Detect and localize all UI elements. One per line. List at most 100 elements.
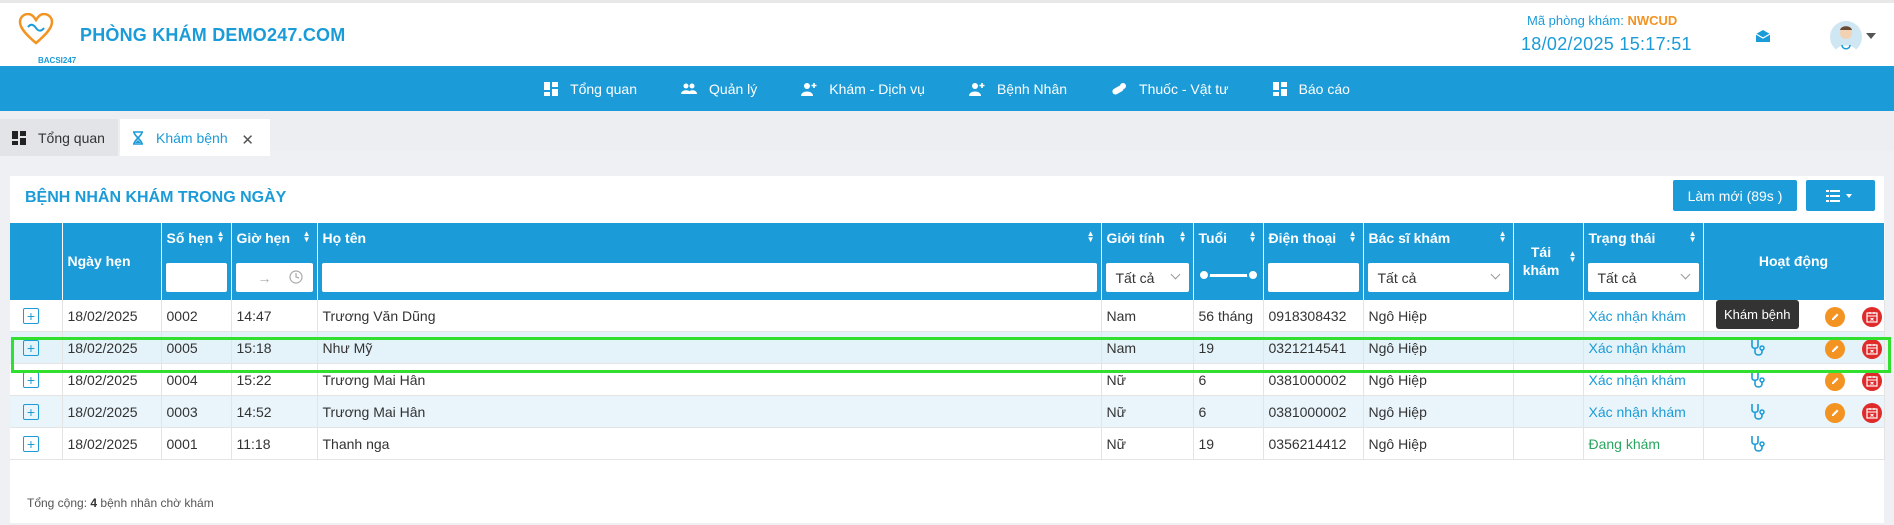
expand-cell: + bbox=[10, 331, 63, 364]
nav-dashboard[interactable]: Tổng quan bbox=[544, 81, 637, 97]
arrow-right-icon: → bbox=[257, 269, 272, 286]
sort-icon[interactable]: ▲ ▼ bbox=[1249, 230, 1257, 244]
time-range-filter[interactable]: → bbox=[235, 263, 313, 292]
nav-medicine[interactable]: Thuốc - Vật tư bbox=[1111, 81, 1229, 97]
nav-reports[interactable]: Báo cáo bbox=[1272, 81, 1350, 97]
stethoscope-icon[interactable] bbox=[1749, 371, 1765, 392]
report-icon bbox=[1272, 81, 1287, 96]
slider-handle-min[interactable] bbox=[1197, 269, 1210, 281]
edit-icon[interactable] bbox=[1824, 371, 1845, 391]
nav-patients[interactable]: Bệnh Nhân bbox=[968, 80, 1068, 97]
cancel-appointment-icon[interactable] bbox=[1861, 339, 1882, 359]
sort-icon[interactable]: ▲ ▼ bbox=[217, 230, 225, 244]
table-row[interactable]: +18/02/2025 0003 14:52 Trương Mai Hân Nữ 6 038… bbox=[10, 395, 1885, 428]
user-avatar[interactable] bbox=[1830, 21, 1862, 53]
doctor-cell: Ngô Hiệp bbox=[1363, 300, 1514, 332]
pill-icon bbox=[1112, 82, 1127, 94]
status-link[interactable]: Xác nhận khám bbox=[1589, 372, 1686, 388]
expand-row-icon[interactable]: + bbox=[23, 371, 39, 388]
name-cell: Trương Văn Dũng bbox=[317, 300, 1102, 332]
notification-mail-icon[interactable] bbox=[1755, 29, 1771, 43]
status-link[interactable]: Xác nhận khám bbox=[1589, 404, 1686, 420]
user-menu-caret-icon[interactable] bbox=[1866, 33, 1876, 39]
header-gender[interactable]: Giới tính ▲ ▼ Tất cả bbox=[1101, 223, 1194, 300]
close-tab-icon[interactable]: ✕ bbox=[241, 131, 254, 149]
age-range-slider[interactable] bbox=[1197, 269, 1259, 281]
nav-exam-service[interactable]: Khám - Dịch vụ bbox=[801, 81, 925, 97]
clinic-logo[interactable]: BACSI247 bbox=[18, 12, 76, 65]
cancel-appointment-icon[interactable] bbox=[1861, 403, 1882, 423]
chevron-down-icon bbox=[1490, 269, 1500, 280]
header-doctor[interactable]: Bác sĩ khám ▲ ▼ Tất cả bbox=[1363, 223, 1514, 300]
sort-icon[interactable]: ▲ ▼ bbox=[1179, 230, 1187, 244]
date-cell: 18/02/2025 bbox=[62, 331, 162, 364]
status-cell: Đang khám bbox=[1583, 427, 1704, 460]
status-link[interactable]: Xác nhận khám bbox=[1589, 308, 1686, 324]
patients-today-panel: BỆNH NHÂN KHÁM TRONG NGÀY Làm mới (89s )… bbox=[10, 176, 1885, 523]
phone-cell: 0918308432 bbox=[1263, 300, 1364, 332]
header-phone[interactable]: Điện thoại ▲ ▼ bbox=[1263, 223, 1364, 300]
sort-icon[interactable]: ▲ ▼ bbox=[1499, 230, 1507, 244]
status-cell: Xác nhận khám bbox=[1583, 300, 1704, 332]
sort-icon[interactable]: ▲ ▼ bbox=[1689, 230, 1697, 244]
nav-label: Thuốc - Vật tư bbox=[1139, 80, 1229, 97]
tab-examination[interactable]: Khám bệnh ✕ bbox=[120, 119, 270, 156]
time-cell: 14:52 bbox=[231, 395, 318, 428]
sort-icon[interactable]: ▲ ▼ bbox=[303, 230, 311, 244]
revisit-cell bbox=[1513, 363, 1584, 396]
header-actions: Hoạt động bbox=[1703, 223, 1885, 300]
header-expand bbox=[10, 223, 63, 300]
table-row[interactable]: +18/02/2025 0004 15:22 Trương Mai Hân Nữ 6 038… bbox=[10, 363, 1885, 396]
slider-handle-max[interactable] bbox=[1246, 269, 1259, 281]
number-cell: 0004 bbox=[161, 363, 232, 396]
status-link[interactable]: Xác nhận khám bbox=[1589, 340, 1686, 356]
header-status[interactable]: Trạng thái ▲ ▼ Tất cả bbox=[1583, 223, 1704, 300]
sort-icon[interactable]: ▲ ▼ bbox=[1349, 230, 1357, 244]
expand-row-icon[interactable]: + bbox=[23, 307, 39, 324]
chevron-down-icon bbox=[1680, 269, 1690, 280]
stethoscope-icon[interactable] bbox=[1749, 435, 1765, 456]
table-row[interactable]: +18/02/2025 0002 14:47 Trương Văn Dũng Nam 56… bbox=[10, 300, 1885, 332]
status-link: Đang khám bbox=[1588, 435, 1661, 452]
stethoscope-icon[interactable] bbox=[1749, 403, 1765, 424]
header-time[interactable]: Giờ hẹn ▲ ▼ → bbox=[231, 223, 318, 300]
doctor-filter-select[interactable]: Tất cả bbox=[1367, 263, 1509, 292]
time-cell: 11:18 bbox=[231, 427, 318, 460]
cancel-appointment-icon[interactable] bbox=[1861, 307, 1882, 327]
edit-icon[interactable] bbox=[1824, 339, 1845, 359]
column-settings-button[interactable] bbox=[1806, 180, 1875, 211]
status-cell: Xác nhận khám bbox=[1583, 395, 1704, 428]
header-age[interactable]: Tuổi ▲ ▼ bbox=[1193, 223, 1264, 300]
edit-icon[interactable] bbox=[1824, 307, 1845, 327]
gender-filter-select[interactable]: Tất cả bbox=[1105, 263, 1189, 292]
number-cell: 0005 bbox=[161, 331, 232, 364]
sort-icon[interactable]: ▲ ▼ bbox=[1569, 250, 1577, 264]
cancel-appointment-icon[interactable] bbox=[1861, 371, 1882, 391]
name-filter-input[interactable] bbox=[321, 263, 1097, 292]
table-row[interactable]: +18/02/2025 0001 11:18 Thanh nga Nữ 19 0356214… bbox=[10, 427, 1885, 460]
expand-row-icon[interactable]: + bbox=[23, 403, 39, 420]
refresh-button[interactable]: Làm mới (89s ) bbox=[1673, 180, 1797, 211]
gender-cell: Nữ bbox=[1101, 395, 1194, 428]
stethoscope-icon[interactable] bbox=[1749, 339, 1765, 360]
expand-row-icon[interactable]: + bbox=[23, 435, 39, 452]
header-name[interactable]: Họ tên ▲ ▼ bbox=[317, 223, 1102, 300]
table-row[interactable]: +18/02/2025 0005 15:18 Như Mỹ Nam 19 032121454… bbox=[10, 331, 1885, 364]
header-revisit[interactable]: Tái khám ▲ ▼ bbox=[1513, 223, 1584, 300]
status-filter-select[interactable]: Tất cả bbox=[1587, 263, 1699, 292]
sort-icon[interactable]: ▲ ▼ bbox=[1087, 230, 1095, 244]
header-date[interactable]: Ngày hẹn bbox=[62, 223, 162, 300]
clinic-code: Mã phòng khám: NWCUD bbox=[1527, 13, 1677, 28]
nav-management[interactable]: Quản lý bbox=[681, 81, 757, 97]
number-filter-input[interactable] bbox=[165, 263, 227, 292]
phone-filter-input[interactable] bbox=[1267, 263, 1359, 292]
actions-cell bbox=[1703, 331, 1885, 364]
expand-row-icon[interactable]: + bbox=[23, 339, 39, 356]
header-number[interactable]: Số hẹn ▲ ▼ bbox=[161, 223, 232, 300]
number-cell: 0003 bbox=[161, 395, 232, 428]
tab-overview[interactable]: Tổng quan bbox=[0, 119, 118, 156]
edit-icon[interactable] bbox=[1824, 403, 1845, 423]
patients-table: Ngày hẹn Số hẹn ▲▼ Giờ hẹn ▲▼ → Họ tên bbox=[10, 223, 1885, 460]
name-cell: Như Mỹ bbox=[317, 331, 1102, 364]
nav-label: Bệnh Nhân bbox=[996, 80, 1068, 97]
